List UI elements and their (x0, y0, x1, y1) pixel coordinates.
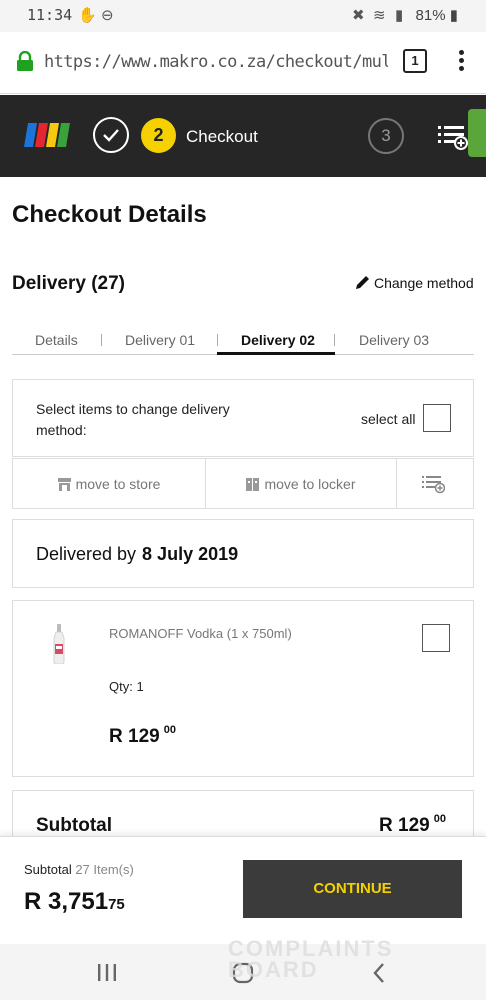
status-bar: 11:34 ✋ ⊖ ✖ ≋ ▮ 81% ▮ (0, 0, 486, 32)
watermark: COMPLAINTS BOARD (228, 936, 394, 982)
makro-logo[interactable] (24, 123, 70, 147)
footer-total-cents: 75 (108, 896, 125, 913)
continue-button[interactable]: CONTINUE (243, 860, 462, 918)
footer-total-main: R 3,751 (24, 888, 109, 915)
list-add-icon[interactable] (436, 124, 468, 150)
mute-icon: ✖ (352, 7, 365, 24)
feedback-tab[interactable] (468, 109, 486, 157)
signal-icon: ▮ (395, 7, 404, 24)
url-text[interactable]: https://www.makro.co.za/checkout/multi/d… (44, 52, 388, 72)
change-method-label: Change method (374, 275, 474, 291)
tab-details[interactable]: Details (35, 332, 78, 348)
product-select-checkbox[interactable] (422, 624, 450, 652)
footer-item-count: 27 Item(s) (75, 862, 134, 877)
store-icon (57, 478, 71, 491)
change-method-link[interactable]: Change method (354, 274, 474, 291)
watermark-line2: BOARD (228, 957, 319, 982)
subtotal-label: Subtotal (36, 815, 112, 836)
product-price-main: R 129 (109, 726, 160, 747)
footer-subtotal-text: Subtotal (24, 862, 72, 877)
recent-apps-icon[interactable] (97, 964, 117, 981)
select-all-label: select all (361, 411, 416, 427)
delivery-title: Delivery (27) (12, 273, 126, 294)
product-image[interactable] (52, 624, 66, 664)
select-all-checkbox[interactable] (423, 404, 451, 432)
tab-delivery-03[interactable]: Delivery 03 (359, 332, 429, 348)
select-items-instruction: Select items to change delivery method: (36, 401, 230, 438)
page-title: Checkout Details (12, 201, 207, 228)
delivered-by-label: Delivered by (36, 544, 137, 564)
lock-icon (17, 51, 33, 71)
delivered-by: Delivered by 8 July 2019 (36, 544, 238, 565)
browser-url-bar: https://www.makro.co.za/checkout/multi/d… (0, 32, 486, 94)
wifi-icon: ≋ (373, 7, 386, 24)
status-time: 11:34 (27, 6, 73, 24)
move-to-store-button[interactable]: move to store (12, 458, 206, 509)
product-price-cents: 00 (163, 724, 176, 736)
list-add-icon (421, 476, 445, 494)
delivered-by-date: 8 July 2019 (142, 544, 239, 564)
product-name[interactable]: ROMANOFF Vodka (1 x 750ml) (109, 626, 292, 641)
footer-total: R 3,75175 (24, 888, 125, 916)
tab-delivery-02[interactable]: Delivery 02 (241, 332, 315, 348)
battery-icon: ▮ (449, 7, 458, 24)
battery-level: 81% ▮ (415, 7, 458, 24)
product-price: R 129 00 (109, 724, 176, 748)
step-next-number: 3 (368, 118, 404, 154)
add-to-list-button[interactable] (396, 458, 474, 509)
product-qty: Qty: 1 (109, 679, 144, 694)
locker-icon (246, 478, 260, 491)
move-to-locker-label: move to locker (264, 476, 356, 492)
subtotal-price: R 129 00 (379, 813, 446, 837)
watermark-line1: COMPLAINTS (228, 936, 394, 961)
footer-subtotal-label: Subtotal 27 Item(s) (24, 862, 134, 877)
subtotal-price-cents: 00 (433, 813, 446, 825)
subtotal-price-main: R 129 (379, 815, 430, 836)
active-tab-indicator (217, 352, 335, 355)
step-current-label: Checkout (186, 127, 258, 146)
do-not-disturb-icon: ⊖ (101, 7, 114, 24)
tab-divider (217, 334, 218, 346)
tab-divider (101, 334, 102, 346)
tab-divider (334, 334, 335, 346)
tab-delivery-01[interactable]: Delivery 01 (125, 332, 195, 348)
move-to-store-label: move to store (75, 476, 161, 492)
move-to-locker-button[interactable]: move to locker (205, 458, 397, 509)
step-completed-check-icon (93, 117, 129, 153)
pencil-icon (356, 276, 369, 289)
step-current-number: 2 (141, 118, 176, 153)
tab-switcher-button[interactable]: 1 (403, 49, 427, 73)
browser-menu-icon[interactable] (455, 50, 467, 74)
hand-notification-icon: ✋ (78, 7, 97, 24)
